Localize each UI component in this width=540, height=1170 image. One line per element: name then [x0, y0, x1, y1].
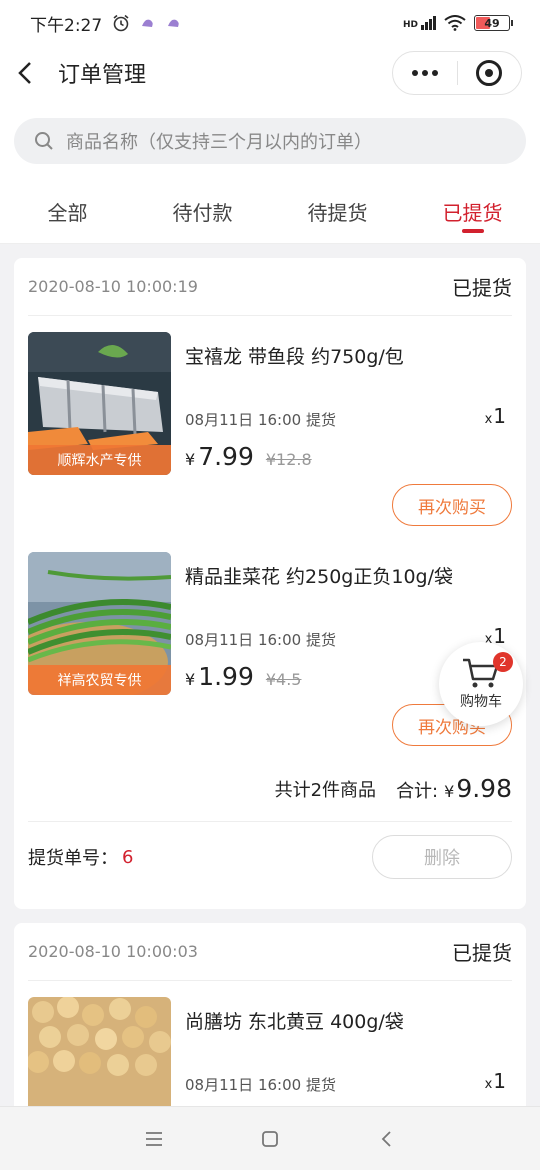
battery-level: 49: [484, 16, 500, 30]
order-summary: 共计2件商品 合计: ¥ 9.98: [28, 756, 512, 822]
status-bar: 下午2:27 HD 49: [0, 0, 540, 46]
supplier-tag: 祥高农贸专供: [28, 665, 171, 695]
tab-pending-pickup[interactable]: 待提货: [270, 180, 405, 243]
home-icon[interactable]: [258, 1127, 282, 1151]
cart-count-badge: 2: [493, 652, 513, 672]
wifi-icon: [444, 15, 466, 31]
rebuy-button[interactable]: 再次购买: [392, 484, 512, 526]
nav-bar: 订单管理: [0, 46, 540, 100]
item-count: 共计2件商品: [274, 779, 377, 801]
order-header: 2020-08-10 10:00:19 已提货: [28, 258, 512, 316]
qty-prefix: x: [484, 412, 493, 427]
order-date: 2020-08-10 10:00:03: [28, 942, 198, 961]
pickup-time: 08月11日 16:00 提货: [185, 411, 336, 429]
more-dots-icon: [411, 70, 438, 76]
item-price: ¥ 1.99 ¥4.5: [185, 662, 301, 691]
system-nav-bar: [0, 1106, 540, 1170]
order-tabs: 全部 待付款 待提货 已提货: [0, 180, 540, 244]
total-label: 合计:: [396, 781, 439, 802]
search-area: 商品名称（仅支持三个月以内的订单）: [0, 100, 540, 180]
order-item: 祥高农贸专供 精品韭菜花 约250g正负10g/袋 08月11日 16:00 提…: [28, 536, 512, 756]
back-nav-icon[interactable]: [374, 1127, 398, 1151]
signal-icon: HD: [403, 16, 436, 30]
tab-picked-up[interactable]: 已提货: [405, 180, 540, 243]
tab-all[interactable]: 全部: [0, 180, 135, 243]
currency-symbol: ¥: [444, 782, 455, 801]
alarm-icon: [113, 14, 129, 32]
original-price: ¥4.5: [265, 670, 302, 689]
product-name[interactable]: 精品韭菜花 约250g正负10g/袋: [185, 562, 453, 589]
delete-order-button[interactable]: 删除: [372, 835, 512, 879]
product-image-chive-flower[interactable]: 祥高农贸专供: [28, 552, 171, 695]
order-card: 2020-08-10 10:00:19 已提货 顺辉水产专供 宝禧龙 带鱼段 约…: [14, 258, 526, 909]
order-date: 2020-08-10 10:00:19: [28, 277, 198, 296]
product-image-soybean[interactable]: [28, 997, 171, 1123]
currency-symbol: ¥: [185, 450, 196, 469]
item-quantity: x1: [485, 1069, 506, 1093]
qty-prefix: x: [484, 1077, 493, 1092]
order-status: 已提货: [452, 941, 512, 965]
page-title: 订单管理: [58, 63, 147, 88]
product-image-fish[interactable]: 顺辉水产专供: [28, 332, 171, 475]
order-item: 尚膳坊 东北黄豆 400g/袋 08月11日 16:00 提货 x1: [28, 981, 512, 1123]
tab-pending-payment[interactable]: 待付款: [135, 180, 270, 243]
app-notification-icon: [168, 19, 179, 27]
order-header: 2020-08-10 10:00:03 已提货: [28, 923, 512, 981]
search-input[interactable]: 商品名称（仅支持三个月以内的订单）: [14, 118, 526, 164]
more-button[interactable]: [393, 52, 457, 94]
shopping-cart-button[interactable]: 购物车 2: [439, 642, 523, 726]
total-amount: 9.98: [456, 774, 512, 803]
order-card: 2020-08-10 10:00:03 已提货 尚膳坊 东北黄豆 400g/袋 …: [14, 923, 526, 1123]
target-icon: [476, 60, 503, 86]
pickup-number-label: 提货单号：: [28, 848, 118, 869]
item-quantity: x1: [485, 404, 506, 428]
network-type: HD: [402, 20, 418, 30]
order-total: 合计: ¥ 9.98: [396, 774, 512, 803]
qty-value: 1: [493, 1069, 506, 1093]
menu-icon[interactable]: [142, 1127, 166, 1151]
app-notification-icon: [142, 19, 153, 27]
battery-icon: 49: [474, 15, 513, 31]
qty-value: 1: [493, 404, 506, 428]
currency-symbol: ¥: [185, 670, 196, 689]
pickup-time: 08月11日 16:00 提货: [185, 631, 336, 649]
order-footer: 提货单号： 6 删除: [28, 822, 512, 892]
pickup-number: 6: [122, 846, 134, 868]
close-miniprogram-button[interactable]: [458, 52, 522, 94]
pickup-time: 08月11日 16:00 提货: [185, 1076, 336, 1094]
item-price: ¥ 7.99 ¥12.8: [185, 442, 312, 471]
order-status: 已提货: [452, 276, 512, 300]
status-time: 下午2:27: [30, 15, 103, 36]
supplier-tag: 顺辉水产专供: [28, 445, 171, 475]
current-price: 1.99: [198, 662, 254, 691]
original-price: ¥12.8: [265, 450, 312, 469]
search-placeholder: 商品名称（仅支持三个月以内的订单）: [66, 132, 372, 153]
product-name[interactable]: 尚膳坊 东北黄豆 400g/袋: [185, 1007, 404, 1034]
cart-label: 购物车: [460, 694, 502, 710]
back-icon[interactable]: [18, 62, 40, 84]
order-item: 顺辉水产专供 宝禧龙 带鱼段 约750g/包 08月11日 16:00 提货 x…: [28, 316, 512, 536]
product-name[interactable]: 宝禧龙 带鱼段 约750g/包: [185, 342, 404, 369]
miniprogram-capsule: [392, 51, 522, 95]
current-price: 7.99: [198, 442, 254, 471]
search-icon: [35, 132, 53, 150]
